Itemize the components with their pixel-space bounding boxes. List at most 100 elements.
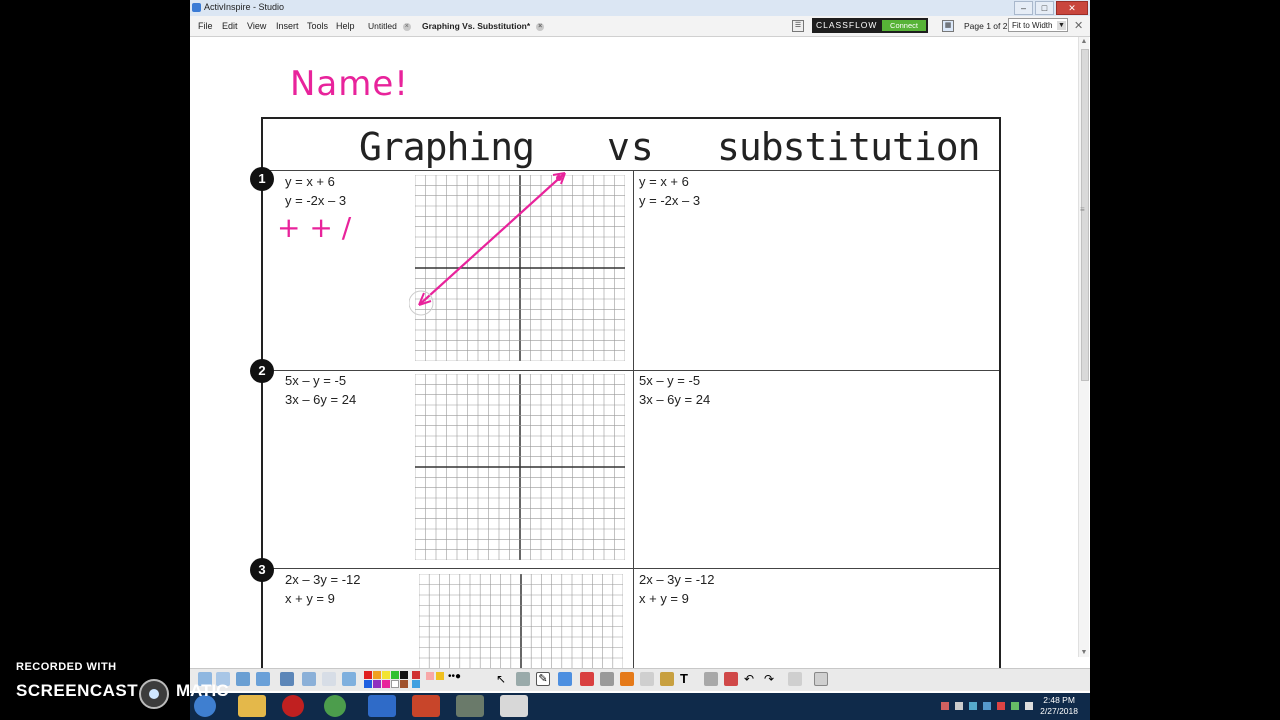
problem-2-eq1: 5x – y = -5 (285, 373, 347, 388)
menu-view[interactable]: View (247, 21, 266, 31)
drawn-line (409, 172, 566, 316)
color-brown[interactable] (400, 680, 408, 688)
color-gold[interactable] (436, 672, 444, 680)
graph-3 (419, 574, 623, 679)
clock-time: 2:48 PM (1043, 695, 1075, 705)
maximize-button[interactable]: □ (1035, 1, 1054, 15)
color-black[interactable] (400, 671, 408, 679)
delete-icon[interactable] (704, 672, 718, 686)
title-graphing: Graphing (359, 125, 535, 169)
problem-1-equations: y = x + 6 y = -2x – 3 (285, 172, 346, 210)
color-pink[interactable] (382, 680, 390, 688)
undo-icon[interactable]: ↶ (744, 672, 758, 686)
watermark-line3: MATIC (176, 681, 229, 700)
outlook-icon[interactable] (368, 695, 396, 717)
menu-file[interactable]: File (198, 21, 213, 31)
main-toolbar: ••● ↖ ✎ T ↶ ↷ (190, 668, 1090, 691)
tools-icon[interactable] (516, 672, 530, 686)
tab-label: Graphing Vs. Substitution* (422, 21, 531, 31)
problem-2-eq2: 3x – 6y = 24 (285, 392, 357, 407)
magic-ink-icon[interactable] (660, 672, 674, 686)
app-window: ActivInspire - Studio – □ ✕ File Edit Vi… (190, 0, 1090, 720)
clock-date: 2/27/2018 (1040, 706, 1078, 716)
eraser-icon[interactable] (580, 672, 594, 686)
problem-1-eq1-sub: y = x + 6 (639, 174, 689, 189)
vertical-scrollbar[interactable]: ▲ ▼ (1078, 37, 1089, 657)
close-button[interactable]: ✕ (1056, 1, 1088, 15)
tab-untitled[interactable]: Untitled × (364, 19, 415, 33)
scroll-thumb[interactable] (1081, 49, 1089, 381)
save-icon[interactable] (280, 672, 294, 686)
activinspire-taskbar-icon[interactable] (500, 695, 528, 717)
open-icon[interactable] (256, 672, 270, 686)
color-dark-red[interactable] (412, 671, 420, 679)
pen-icon[interactable]: ✎ (536, 672, 550, 686)
pen-width-icon[interactable]: ••● (448, 671, 461, 682)
highlighter-icon[interactable] (558, 672, 572, 686)
previous-page-icon[interactable] (302, 672, 316, 686)
reset-page-icon[interactable] (724, 672, 738, 686)
select-icon[interactable]: ↖ (496, 672, 510, 686)
text-icon[interactable]: T (680, 672, 694, 686)
problem-3-equations-sub: 2x – 3y = -12 x + y = 9 (639, 570, 715, 608)
scroll-down-icon[interactable]: ▼ (1080, 649, 1088, 656)
close-tab-icon[interactable]: × (402, 22, 411, 31)
chrome-icon[interactable] (324, 695, 346, 717)
file-explorer-icon[interactable] (238, 695, 266, 717)
menu-help[interactable]: Help (336, 21, 355, 31)
problem-1-equations-sub: y = x + 6 y = -2x – 3 (639, 172, 700, 210)
problem-3-eq2: x + y = 9 (285, 591, 335, 606)
web-browser-icon[interactable] (342, 672, 356, 686)
media-icon[interactable] (282, 695, 304, 717)
problem-3-eq2-sub: x + y = 9 (639, 591, 689, 606)
next-page-icon[interactable] (322, 672, 336, 686)
problem-1-number: 1 (250, 167, 274, 191)
watermark-line1: RECORDED WITH (16, 661, 117, 673)
classflow-connect-button[interactable]: Connect (882, 20, 926, 31)
handwritten-name: Name! (290, 64, 409, 104)
close-page-icon[interactable]: ✕ (1074, 19, 1083, 32)
clock[interactable]: 2:48 PM 2/27/2018 (1040, 695, 1078, 717)
color-orange[interactable] (373, 671, 381, 679)
redo-icon[interactable]: ↷ (764, 672, 778, 686)
chevron-down-icon: ▼ (1057, 21, 1066, 30)
pin-toolbar-icon[interactable] (814, 672, 828, 686)
problem-3-eq1-sub: 2x – 3y = -12 (639, 572, 715, 587)
color-green[interactable] (391, 671, 399, 679)
title-bar: ActivInspire - Studio – □ ✕ (190, 0, 1090, 16)
problem-2-equations-sub: 5x – y = -5 3x – 6y = 24 (639, 371, 710, 409)
shape-icon[interactable] (620, 672, 634, 686)
side-panel-handle[interactable]: ≡ (1080, 205, 1085, 214)
problem-2-equations: 5x – y = -5 3x – 6y = 24 (285, 371, 356, 409)
zoom-select[interactable]: Fit to Width ▼ (1008, 18, 1068, 32)
worksheet: Graphing vs substitution y = x + 6 y = -2… (261, 117, 1001, 681)
menu-insert[interactable]: Insert (276, 21, 299, 31)
tab-graphing-vs-substitution[interactable]: Graphing Vs. Substitution* × (418, 19, 548, 33)
zoom-value: Fit to Width (1012, 21, 1053, 30)
taskbar: 2:48 PM 2/27/2018 (190, 693, 1090, 720)
toolbox-icon[interactable] (788, 672, 802, 686)
menu-edit[interactable]: Edit (222, 21, 238, 31)
color-blue[interactable] (364, 680, 372, 688)
new-flipchart-icon[interactable] (236, 672, 250, 686)
app-icon-generic[interactable] (456, 695, 484, 717)
title-substitution: substitution (717, 125, 981, 169)
minimize-button[interactable]: – (1014, 1, 1033, 15)
problem-1-eq2: y = -2x – 3 (285, 193, 347, 208)
fill-icon[interactable] (600, 672, 614, 686)
menu-tools[interactable]: Tools (307, 21, 328, 31)
color-purple[interactable] (373, 680, 381, 688)
connector-icon[interactable] (640, 672, 654, 686)
classflow-logo: CLASSFLOW (816, 20, 878, 30)
row-divider (263, 568, 999, 569)
close-tab-icon[interactable]: × (536, 22, 545, 31)
color-light-blue[interactable] (412, 680, 420, 688)
powerpoint-icon[interactable] (412, 695, 440, 717)
color-red[interactable] (364, 671, 372, 679)
scroll-up-icon[interactable]: ▲ (1080, 38, 1088, 45)
color-light-pink[interactable] (426, 672, 434, 680)
page-browser-icon[interactable]: ▦ (942, 20, 954, 32)
color-white[interactable] (391, 680, 399, 688)
notes-icon[interactable]: ☰ (792, 20, 804, 32)
color-yellow[interactable] (382, 671, 390, 679)
